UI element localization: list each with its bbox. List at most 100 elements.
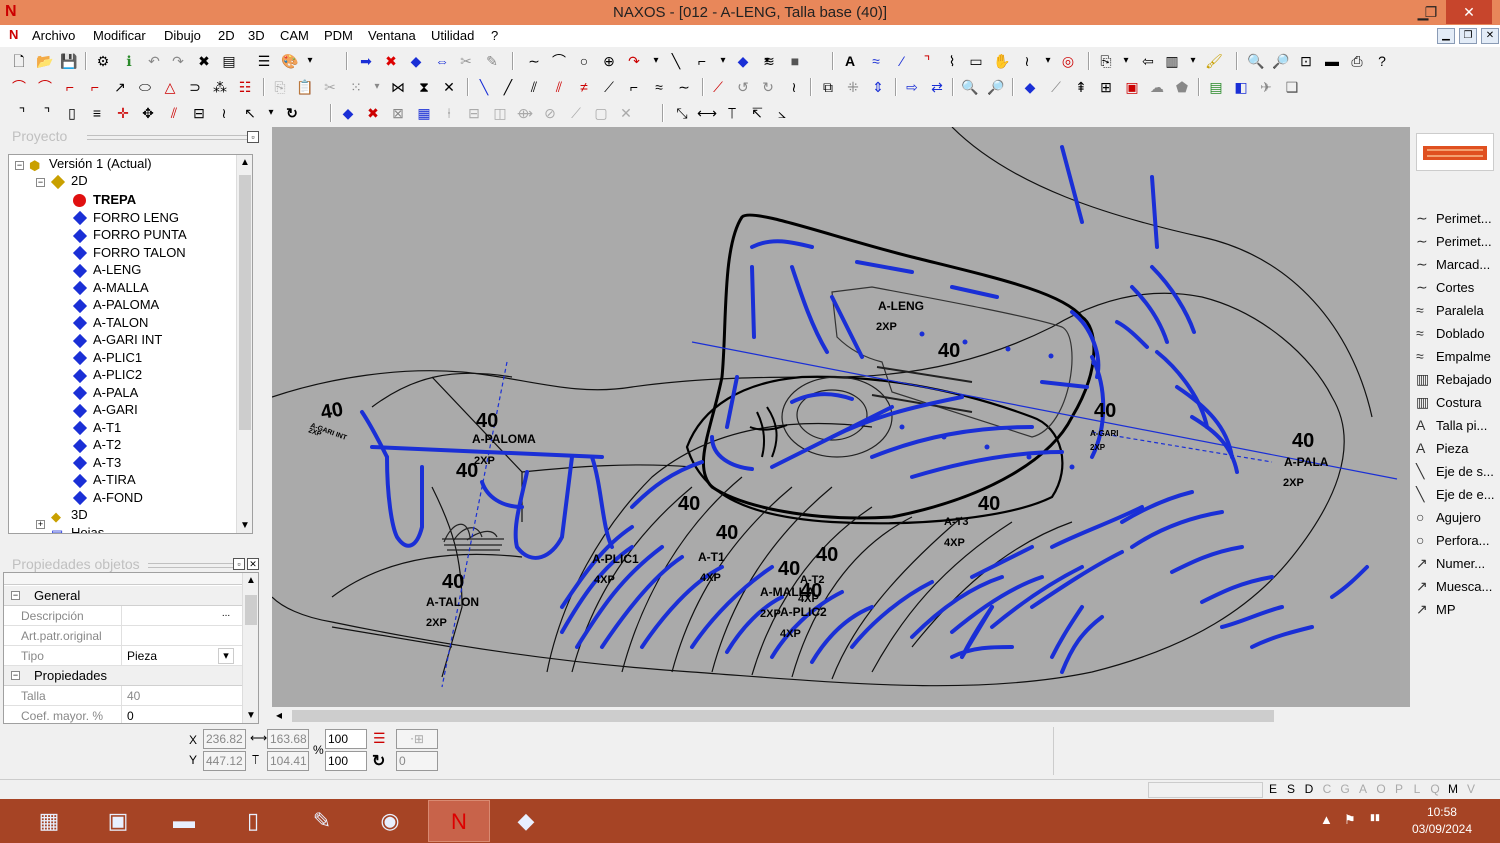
folder-icon[interactable]: ▬ xyxy=(153,800,215,842)
shape-icon[interactable]: ⬟ xyxy=(1172,77,1192,97)
browse-button[interactable]: ... xyxy=(218,608,234,624)
tree-node-hojas[interactable]: ▤Hojas xyxy=(51,525,104,533)
tree-item[interactable]: A-GARI xyxy=(72,402,138,419)
tree-item[interactable]: TREPA xyxy=(73,192,136,209)
prop-row-coef[interactable]: Coef. mayor. % 0 xyxy=(4,706,244,723)
naxos-icon[interactable]: N xyxy=(428,800,490,842)
grid2-icon[interactable]: ⊟ xyxy=(464,103,484,123)
offset-icon[interactable]: ≋ xyxy=(759,51,779,71)
brush-icon[interactable]: 🖌 xyxy=(1204,51,1224,71)
width-field[interactable]: 163.68 xyxy=(267,729,309,749)
status-flag[interactable]: G xyxy=(1338,782,1352,798)
chevron-down-icon[interactable]: ▾ xyxy=(218,648,234,664)
table-icon[interactable]: ☷ xyxy=(235,77,255,97)
radius-icon[interactable]: ↸ xyxy=(747,103,767,123)
tree-item[interactable]: A-PLIC2 xyxy=(72,367,142,384)
status-flag[interactable]: O xyxy=(1374,782,1388,798)
target-icon[interactable]: ◎ xyxy=(1058,51,1078,71)
tree-item[interactable]: FORRO LENG xyxy=(72,210,179,227)
tree-item[interactable]: A-GARI INT xyxy=(72,332,162,349)
menu-cam[interactable]: CAM xyxy=(280,28,309,43)
zoom-icon[interactable]: 🔍 xyxy=(1246,51,1266,71)
split-icon[interactable]: ◫ xyxy=(490,103,510,123)
tool-14[interactable]: ○ Perfora... xyxy=(1416,532,1489,552)
page-icon[interactable]: ▯ xyxy=(62,103,82,123)
zigzag-icon[interactable]: ≠ xyxy=(574,77,594,97)
pin-icon[interactable]: ⍿ xyxy=(439,103,459,123)
tree-node-3d[interactable]: ◆ 3D xyxy=(51,507,88,524)
canvas-hscrollbar[interactable]: ◂ xyxy=(272,707,1410,725)
tool-15[interactable]: ↗ Numer... xyxy=(1416,555,1485,575)
remove-nodes-icon[interactable]: ✖ xyxy=(363,103,383,123)
tree-item[interactable]: A-T3 xyxy=(72,455,121,472)
plane-icon[interactable]: ✈ xyxy=(1256,77,1276,97)
status-flag[interactable]: E xyxy=(1266,782,1280,798)
delete-icon[interactable]: ✖ xyxy=(194,51,214,71)
drawing-canvas[interactable]: 40 A-LENG 2XP 40 A-PALOMA 2XP 40 40 A-TA… xyxy=(272,127,1410,707)
chevron-down-icon[interactable]: ▾ xyxy=(1116,51,1136,71)
tool-10[interactable]: A Pieza xyxy=(1416,440,1469,460)
status-flag[interactable]: S xyxy=(1284,782,1298,798)
height-field[interactable]: 104.41 xyxy=(267,751,309,771)
redo-icon[interactable]: ↷ xyxy=(168,51,188,71)
divide-icon[interactable]: ⫽ xyxy=(524,77,544,97)
link-icon[interactable]: ⟴ xyxy=(515,103,535,123)
prop-row-art-patr[interactable]: Art.patr.original xyxy=(4,626,244,646)
collapse-icon[interactable]: − xyxy=(11,591,20,600)
window-icon[interactable]: ▣ xyxy=(1122,77,1142,97)
x-box-icon[interactable]: ✕ xyxy=(616,103,636,123)
chevron-down-icon[interactable]: ▾ xyxy=(367,77,387,97)
duplicate-icon[interactable]: ⧉ xyxy=(818,77,838,97)
nodes-icon[interactable]: ⁙ xyxy=(346,77,366,97)
polyline-icon[interactable]: ⌐ xyxy=(692,51,712,71)
tool-8[interactable]: ▥ Costura xyxy=(1416,394,1482,414)
chamfer-icon[interactable]: ⌒ xyxy=(35,77,55,97)
x-coord-field[interactable]: 236.82 xyxy=(203,729,246,749)
knife-icon[interactable]: ⟋ xyxy=(708,77,728,97)
corner-round-icon[interactable]: ⌝ xyxy=(37,103,57,123)
database-icon[interactable]: ▦ xyxy=(414,103,434,123)
move-vertical-icon[interactable]: ⇕ xyxy=(868,77,888,97)
mdi-restore-button[interactable]: ❐ xyxy=(1459,28,1477,44)
arc-tool-icon[interactable]: ↗ xyxy=(110,77,130,97)
disabled-icon[interactable]: ⟋ xyxy=(566,103,586,123)
undo-icon[interactable]: ↶ xyxy=(144,51,164,71)
layer-arrow-icon[interactable]: ⇦ xyxy=(1138,51,1158,71)
snap-button[interactable]: ⋅⊞ xyxy=(396,729,438,749)
circle-draw-icon[interactable]: ○ xyxy=(574,51,594,71)
settings-icon[interactable]: ⚙ xyxy=(93,51,113,71)
paint-icon[interactable]: 🎨 xyxy=(280,51,300,71)
network-icon[interactable]: ▮▮ xyxy=(1370,812,1380,823)
chevron-down-icon[interactable]: ▾ xyxy=(1183,51,1203,71)
pattern-icon[interactable]: ≀ xyxy=(1017,51,1037,71)
tool-1[interactable]: ∼ Perimet... xyxy=(1416,233,1492,253)
cloud-icon[interactable]: ☁ xyxy=(1147,77,1167,97)
chevron-down-icon[interactable]: ▾ xyxy=(1038,51,1058,71)
rotate-left-icon[interactable]: ↺ xyxy=(733,77,753,97)
tool-11[interactable]: ╲ Eje de s... xyxy=(1416,463,1494,483)
move-icon[interactable]: ✥ xyxy=(138,103,158,123)
chevron-down-icon[interactable]: ▾ xyxy=(646,51,666,71)
tool-7[interactable]: ▥ Rebajado xyxy=(1416,371,1492,391)
tool-9[interactable]: A Talla pi... xyxy=(1416,417,1487,437)
menu-utilidad[interactable]: Utilidad xyxy=(431,28,474,43)
tree-item[interactable]: A-PALA xyxy=(72,385,138,402)
triangle-icon[interactable]: △ xyxy=(160,77,180,97)
status-flag[interactable]: A xyxy=(1356,782,1370,798)
cluster-icon[interactable]: ⁂ xyxy=(210,77,230,97)
stack-icon[interactable]: ❑ xyxy=(1282,77,1302,97)
chevron-down-icon[interactable]: ▾ xyxy=(713,51,733,71)
menu-2d[interactable]: 2D xyxy=(218,28,235,43)
ellipse-icon[interactable]: ⬭ xyxy=(135,77,155,97)
tool-2[interactable]: ∼ Marcad... xyxy=(1416,256,1490,276)
align-icon[interactable]: ⊟ xyxy=(189,103,209,123)
stretch-icon[interactable]: ⟋ xyxy=(599,77,619,97)
menu-archivo[interactable]: Archivo xyxy=(32,28,75,43)
cross-red-icon[interactable]: ✛ xyxy=(113,103,133,123)
join-pieces-icon[interactable]: ⇄ xyxy=(927,77,947,97)
blue-line-icon[interactable]: ╲ xyxy=(474,77,494,97)
tray-expand-icon[interactable]: ▲ xyxy=(1320,812,1333,827)
menu-help[interactable]: ? xyxy=(491,28,498,43)
fill-icon[interactable]: ■ xyxy=(785,51,805,71)
explorer-window-icon[interactable]: ▣ xyxy=(87,800,149,842)
